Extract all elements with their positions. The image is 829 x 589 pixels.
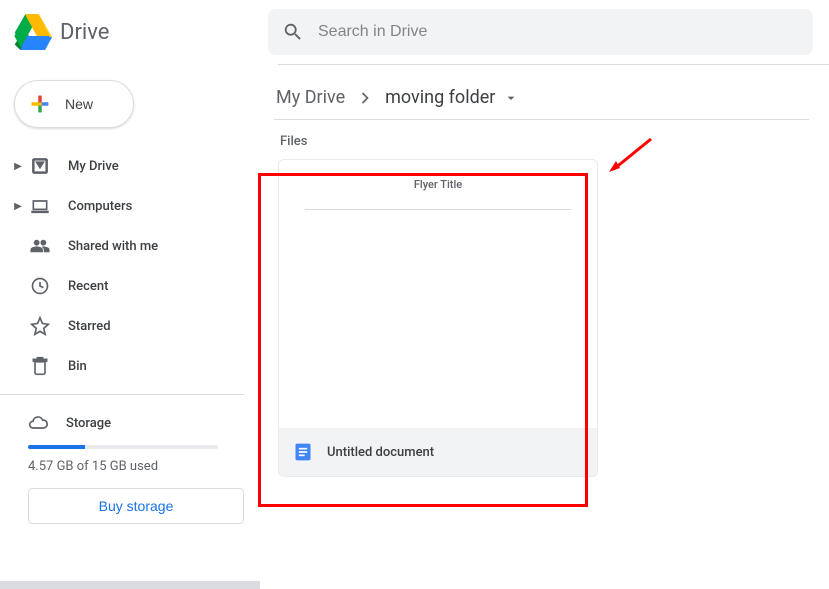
computers-icon xyxy=(30,196,50,216)
storage-bar xyxy=(28,445,234,449)
search-bar[interactable] xyxy=(268,9,813,55)
logo-block[interactable]: Drive xyxy=(12,12,268,52)
preview-title: Flyer Title xyxy=(305,178,571,191)
chevron-right-icon xyxy=(355,88,375,108)
google-docs-icon xyxy=(293,442,313,462)
plus-icon xyxy=(25,89,55,119)
sidebar-item-starred[interactable]: ▶ Starred xyxy=(8,306,244,346)
sidebar-item-computers[interactable]: ▶ Computers xyxy=(8,186,244,226)
sidebar: New ▶ My Drive ▶ Computers ▶ Shared with… xyxy=(0,64,256,589)
sidebar-item-label: Recent xyxy=(68,279,108,294)
scrollbar-shadow xyxy=(0,581,260,589)
sidebar-item-label: Shared with me xyxy=(68,239,158,254)
buy-storage-button[interactable]: Buy storage xyxy=(28,488,244,524)
bin-icon xyxy=(30,356,50,376)
file-card[interactable]: Flyer Title Untitled document xyxy=(278,159,598,477)
search-icon xyxy=(282,21,304,43)
sidebar-item-label: Starred xyxy=(68,319,111,334)
storage-label: Storage xyxy=(66,416,111,431)
sidebar-item-recent[interactable]: ▶ Recent xyxy=(8,266,244,306)
recent-icon xyxy=(30,276,50,296)
sidebar-item-shared[interactable]: ▶ Shared with me xyxy=(8,226,244,266)
sidebar-item-my-drive[interactable]: ▶ My Drive xyxy=(8,146,244,186)
files-section-label: Files xyxy=(280,134,809,149)
breadcrumb-current[interactable]: moving folder xyxy=(383,83,497,112)
sidebar-item-label: Bin xyxy=(68,359,87,374)
sidebar-item-bin[interactable]: ▶ Bin xyxy=(8,346,244,386)
shared-icon xyxy=(30,236,50,256)
drive-logo-icon xyxy=(12,12,52,52)
main-content: My Drive moving folder Files Flyer Title… xyxy=(256,64,829,589)
expand-triangle-icon[interactable]: ▶ xyxy=(14,161,22,172)
header: Drive xyxy=(0,0,829,64)
new-button-label: New xyxy=(65,96,93,112)
file-name: Untitled document xyxy=(327,445,434,460)
expand-triangle-icon[interactable]: ▶ xyxy=(14,201,22,212)
cloud-icon xyxy=(28,413,48,433)
sidebar-item-label: Computers xyxy=(68,199,132,214)
star-icon xyxy=(30,316,50,336)
breadcrumb-root[interactable]: My Drive xyxy=(274,83,347,112)
dropdown-icon[interactable] xyxy=(503,90,519,106)
search-input[interactable] xyxy=(318,23,799,41)
sidebar-item-label: My Drive xyxy=(68,159,119,174)
app-name: Drive xyxy=(60,20,109,45)
file-footer: Untitled document xyxy=(279,428,597,476)
storage-usage-text: 4.57 GB of 15 GB used xyxy=(28,459,244,474)
sidebar-item-storage[interactable]: Storage xyxy=(8,403,244,439)
new-button[interactable]: New xyxy=(14,80,134,128)
my-drive-icon xyxy=(30,156,50,176)
breadcrumb: My Drive moving folder xyxy=(274,76,809,120)
file-preview: Flyer Title xyxy=(279,160,597,428)
